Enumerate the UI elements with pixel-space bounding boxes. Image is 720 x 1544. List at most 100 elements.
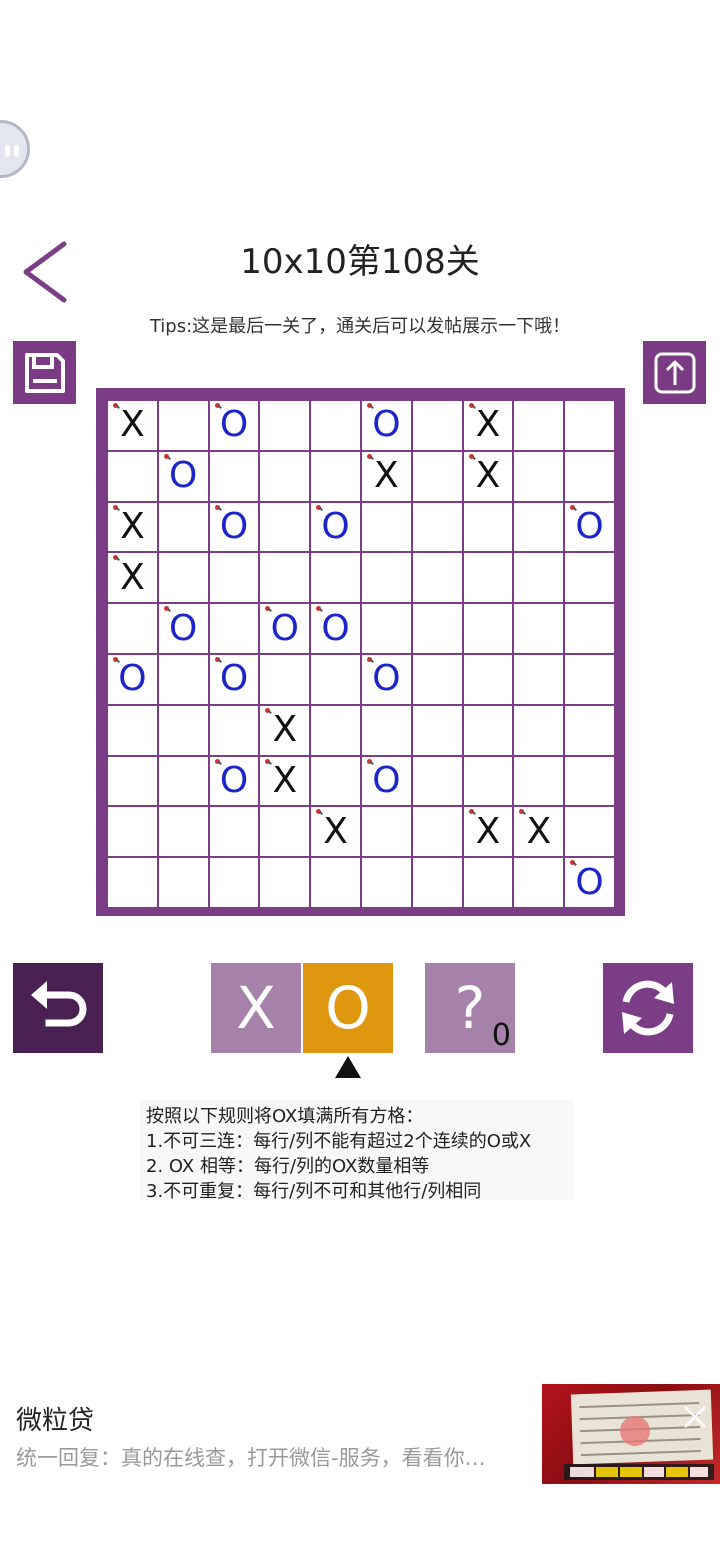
board-cell[interactable]	[158, 401, 208, 450]
board-cell[interactable]: O	[260, 604, 310, 653]
board-cell[interactable]	[158, 553, 208, 603]
board-cell[interactable]	[311, 756, 360, 806]
board-cell[interactable]: O	[158, 604, 208, 653]
board-cell[interactable]	[514, 502, 564, 552]
board-cell[interactable]: O	[361, 654, 411, 704]
board-cell[interactable]	[565, 654, 614, 704]
board-cell[interactable]	[565, 401, 614, 450]
board-cell[interactable]	[514, 553, 564, 603]
board-cell[interactable]: O	[108, 654, 157, 704]
board-cell[interactable]	[209, 553, 259, 603]
board-cell[interactable]	[158, 858, 208, 907]
board-cell[interactable]: O	[158, 451, 208, 501]
board-cell[interactable]	[514, 654, 564, 704]
ad-thumbnail[interactable]	[542, 1384, 720, 1484]
board-cell[interactable]	[260, 553, 310, 603]
board-cell[interactable]	[514, 401, 564, 450]
board-cell[interactable]	[412, 401, 462, 450]
reset-button[interactable]	[603, 963, 693, 1053]
board-cell[interactable]	[463, 654, 513, 704]
board-cell[interactable]	[565, 451, 614, 501]
board-cell[interactable]	[463, 553, 513, 603]
board-cell[interactable]	[108, 807, 157, 857]
board-cell[interactable]	[158, 654, 208, 704]
ad-banner[interactable]: 微粒贷 统一回复：真的在线查，打开微信-服务，看看你…	[0, 1384, 720, 1504]
board-cell[interactable]: X	[463, 401, 513, 450]
board-cell[interactable]	[260, 451, 310, 501]
board-cell[interactable]	[209, 705, 259, 755]
board-cell[interactable]	[361, 553, 411, 603]
board-cell[interactable]	[514, 705, 564, 755]
floating-assistant-bubble[interactable]	[0, 120, 30, 178]
board-cell[interactable]: O	[565, 502, 614, 552]
board-cell[interactable]: X	[108, 502, 157, 552]
board-cell[interactable]: X	[311, 807, 360, 857]
board-cell[interactable]	[209, 858, 259, 907]
board-cell[interactable]: O	[209, 654, 259, 704]
board-cell[interactable]	[463, 502, 513, 552]
board-cell[interactable]	[311, 858, 360, 907]
board-cell[interactable]: X	[108, 553, 157, 603]
board-cell[interactable]	[565, 705, 614, 755]
board-cell[interactable]	[158, 807, 208, 857]
board-cell[interactable]	[209, 604, 259, 653]
board-cell[interactable]: X	[108, 401, 157, 450]
board-cell[interactable]	[361, 807, 411, 857]
board-cell[interactable]	[361, 604, 411, 653]
choice-x-button[interactable]: X	[211, 963, 301, 1053]
board-cell[interactable]	[108, 705, 157, 755]
board-cell[interactable]	[260, 654, 310, 704]
hint-button[interactable]: ? 0	[425, 963, 515, 1053]
board-cell[interactable]: X	[514, 807, 564, 857]
board-cell[interactable]	[463, 705, 513, 755]
board-cell[interactable]	[260, 401, 310, 450]
board-cell[interactable]: X	[463, 807, 513, 857]
board-cell[interactable]	[158, 705, 208, 755]
board-cell[interactable]	[514, 604, 564, 653]
board-cell[interactable]: O	[209, 756, 259, 806]
board-cell[interactable]	[565, 604, 614, 653]
board-cell[interactable]	[361, 705, 411, 755]
board-cell[interactable]: X	[361, 451, 411, 501]
choice-o-button[interactable]: O	[303, 963, 393, 1053]
board-cell[interactable]	[514, 756, 564, 806]
board-cell[interactable]	[463, 756, 513, 806]
board-cell[interactable]: X	[260, 756, 310, 806]
board-cell[interactable]	[311, 705, 360, 755]
board-cell[interactable]	[412, 807, 462, 857]
board-cell[interactable]: O	[311, 604, 360, 653]
board-cell[interactable]	[361, 858, 411, 907]
board-cell[interactable]: X	[463, 451, 513, 501]
board-cell[interactable]	[108, 858, 157, 907]
board-cell[interactable]	[514, 858, 564, 907]
board-cell[interactable]: X	[260, 705, 310, 755]
board-cell[interactable]	[412, 858, 462, 907]
board-cell[interactable]	[108, 604, 157, 653]
board-cell[interactable]	[463, 858, 513, 907]
board-cell[interactable]	[412, 553, 462, 603]
board-cell[interactable]: O	[361, 756, 411, 806]
board-cell[interactable]	[412, 705, 462, 755]
board-cell[interactable]	[311, 654, 360, 704]
board-cell[interactable]: O	[311, 502, 360, 552]
board-cell[interactable]	[412, 604, 462, 653]
board-cell[interactable]	[565, 807, 614, 857]
board-cell[interactable]: O	[209, 502, 259, 552]
board-cell[interactable]: O	[361, 401, 411, 450]
board-cell[interactable]	[260, 502, 310, 552]
board-cell[interactable]	[158, 502, 208, 552]
board-cell[interactable]	[311, 401, 360, 450]
board-cell[interactable]	[108, 451, 157, 501]
board-cell[interactable]	[311, 451, 360, 501]
board-cell[interactable]: O	[565, 858, 614, 907]
board-cell[interactable]	[158, 756, 208, 806]
share-button[interactable]	[643, 341, 706, 404]
board-cell[interactable]	[514, 451, 564, 501]
board-cell[interactable]	[412, 451, 462, 501]
board-cell[interactable]	[209, 807, 259, 857]
board-cell[interactable]	[565, 553, 614, 603]
board-cell[interactable]	[412, 502, 462, 552]
board-cell[interactable]	[260, 858, 310, 907]
board-cell[interactable]	[209, 451, 259, 501]
board-cell[interactable]	[311, 553, 360, 603]
